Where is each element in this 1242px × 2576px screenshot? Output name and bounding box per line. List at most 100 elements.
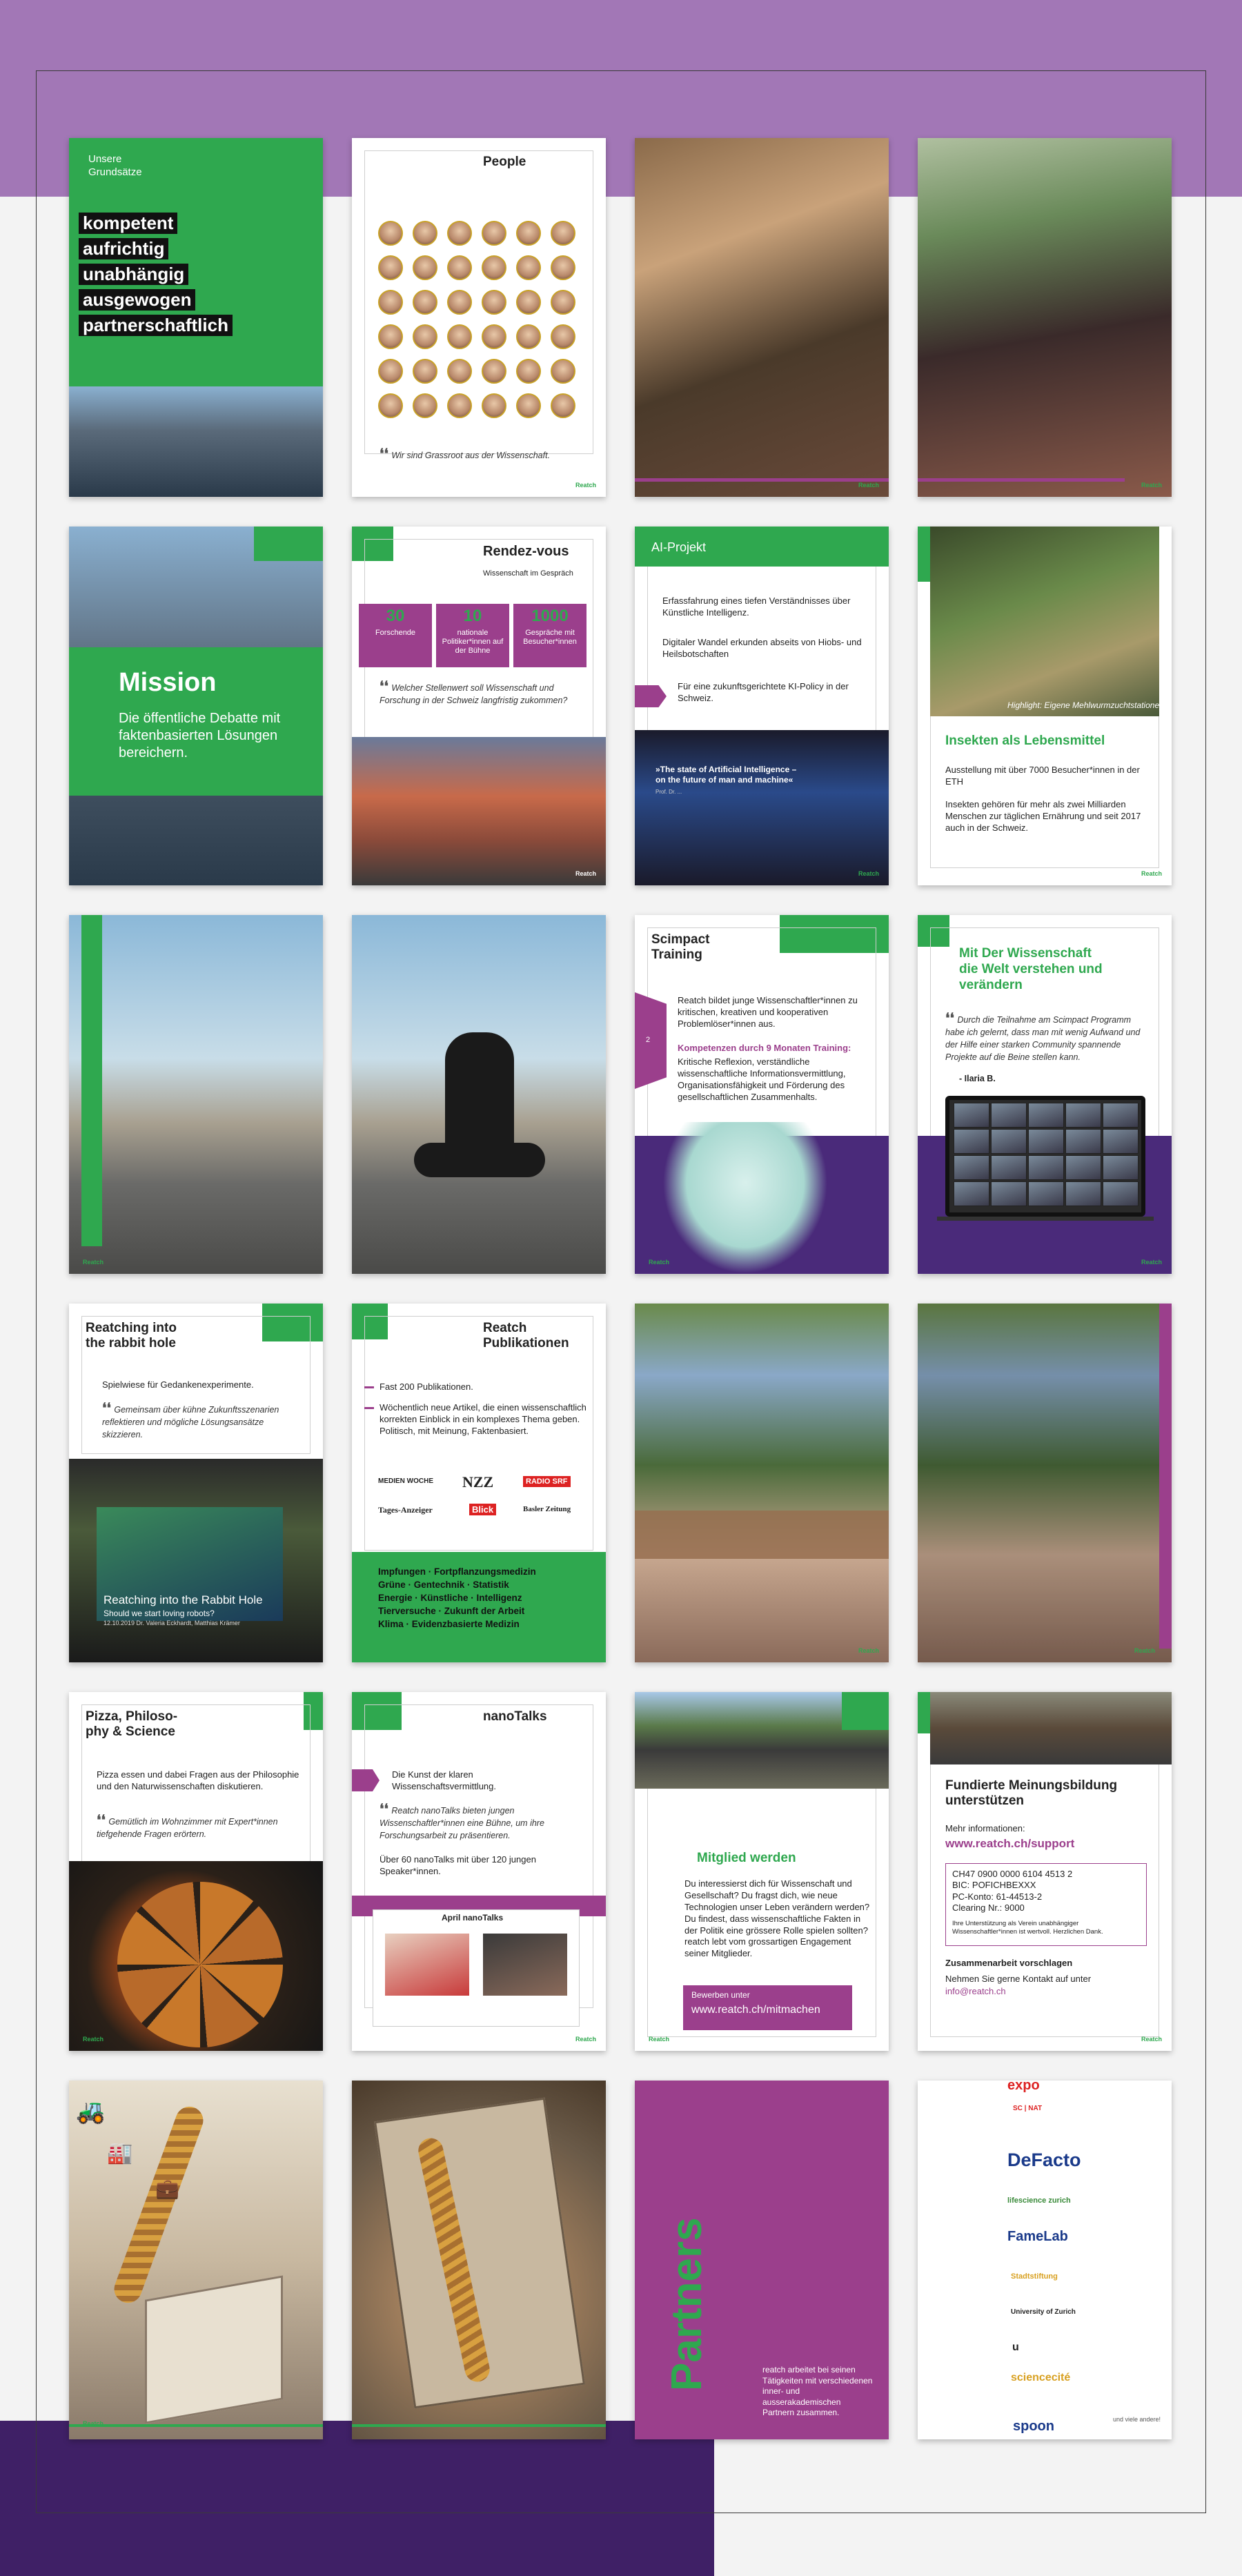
quote-author: - Ilaria B. [959, 1074, 996, 1083]
partners-title: Partners [663, 2217, 711, 2391]
person-avatar [551, 290, 575, 315]
side-tag [635, 992, 667, 1089]
brand-mark: Reatch [1141, 2036, 1162, 2043]
green-corner [254, 527, 323, 561]
pub-b1: Fast 200 Publikationen. [379, 1382, 473, 1392]
quote-block: ❛❛ Wir sind Grassroot aus der Wissenscha… [379, 447, 550, 462]
screen-date: 12.10.2019 Dr. Valeria Eckhardt, Matthia… [103, 1620, 240, 1626]
person-avatar [482, 221, 506, 246]
brand-mark: Reatch [1134, 1647, 1155, 1654]
poster-image-right [483, 1934, 567, 1996]
mission-title: Mission [119, 668, 217, 697]
nanotalks-title: nanoTalks [483, 1709, 547, 1724]
briefcase-icon: 💼 [155, 2178, 179, 2199]
quote-block: ❛❛ Gemeinsam über kühne Zukunftsszenarie… [102, 1402, 302, 1441]
person-avatar [482, 255, 506, 280]
card-meditation-photo [352, 915, 606, 1274]
person-avatar [447, 255, 472, 280]
crowd-photo [69, 386, 323, 497]
contact-email[interactable]: info@reatch.ch [945, 1986, 1006, 1996]
card-rendez-vous: Rendez-vous Wissenschaft im Gespräch 30 … [352, 527, 606, 885]
logo-unibe: u [1012, 2341, 1019, 2353]
person-avatar [413, 324, 437, 349]
nanotalks-p1: Die Kunst der klaren Wissenschaftsvermit… [392, 1769, 496, 1791]
pub-b2: Wöchentlich neue Artikel, die einen wiss… [379, 1402, 586, 1436]
person-avatar [516, 255, 541, 280]
stat-label: nationale Politiker*innen auf der Bühne [442, 629, 504, 656]
quote-block: ❛❛ Reatch nanoTalks bieten jungen Wissen… [379, 1802, 586, 1842]
scimpact-title: Scimpact Training [651, 932, 710, 962]
wissenschaft-title: Mit Der Wissenschaft die Welt verstehen … [959, 946, 1103, 992]
card-scimpact: Scimpact Training 2 Reatch bildet junge … [635, 915, 889, 1274]
tractor-icon: 🚜 [76, 2098, 106, 2125]
slide-subtitle: Prof. Dr. ... [656, 789, 682, 795]
video-tile [1065, 1155, 1101, 1180]
scimpact-p2: Kritische Reflexion, verständliche wisse… [678, 1056, 846, 1102]
green-corner [842, 1692, 889, 1730]
ai-p1: Erfassfahrung eines tiefen Verständnisse… [662, 596, 851, 618]
person-avatar [447, 359, 472, 384]
poster-image-left [385, 1934, 469, 1996]
collab-title: Zusammenarbeit vorschlagen [945, 1958, 1073, 1968]
ai-title: AI-Projekt [651, 540, 707, 554]
mitglied-p1: Du interessierst dich für Wissenschaft u… [684, 1878, 870, 1959]
logo-uzh: University of Zurich [1011, 2308, 1076, 2316]
person-avatar [551, 359, 575, 384]
logo-blick: Blick [469, 1504, 497, 1515]
video-tile [954, 1129, 989, 1154]
green-tab [918, 1692, 930, 1733]
accent-line [352, 2424, 606, 2427]
brand-mark: Reatch [575, 870, 596, 877]
card-garden-photo-2: Reatch [918, 1304, 1172, 1662]
value-item: kompetent [79, 213, 178, 234]
card-garden-photo-1: Reatch [635, 1304, 889, 1662]
video-tile [991, 1155, 1027, 1180]
brand-mark: Reatch [575, 482, 596, 489]
collab-contact: Nehmen Sie gerne Kontakt auf unter [945, 1974, 1092, 1984]
bank-details: CH47 0900 0000 6104 4513 2 BIC: POFICHBE… [952, 1869, 1073, 1913]
card-mission: Mission Die öffentliche Debatte mit fakt… [69, 527, 323, 885]
insects-p1: Ausstellung mit über 7000 Besucher*innen… [945, 765, 1140, 787]
video-tile [1103, 1155, 1138, 1180]
nanotalks-quote: Reatch nanoTalks bieten jungen Wissensch… [379, 1806, 544, 1840]
ai-p2: Digitaler Wandel erkunden abseits von Hi… [662, 637, 862, 659]
pizza-quote: Gemütlich im Wohnzimmer mit Expert*innen… [97, 1817, 278, 1839]
insects-p2: Insekten gehören für mehr als zwei Milli… [945, 799, 1141, 833]
person-avatar [551, 255, 575, 280]
topics-list: Impfungen · Fortpflanzungsmedizin Grüne … [378, 1566, 536, 1629]
brand-mark: Reatch [1141, 870, 1162, 877]
video-tile [954, 1155, 989, 1180]
stat-conversations: 1000 Gespräche mit Besucher*innen [513, 604, 586, 667]
people-quote: Wir sind Grassroot aus der Wissenschaft. [391, 451, 551, 460]
person-avatar [413, 359, 437, 384]
statue-illustration [662, 1122, 828, 1274]
card-mit-der-wissenschaft: Mit Der Wissenschaft die Welt verstehen … [918, 915, 1172, 1274]
person-avatar [413, 255, 437, 280]
support-link[interactable]: www.reatch.ch/support [945, 1837, 1074, 1851]
rabbit-p1: Spielwiese für Gedankenexperimente. [102, 1379, 254, 1390]
pizza-p1: Pizza essen und dabei Fragen aus der Phi… [97, 1769, 299, 1791]
logo-srf: RADIO SRF [523, 1476, 571, 1487]
video-tile [1028, 1181, 1064, 1206]
card-pizza: Pizza, Philoso- phy & Science Pizza esse… [69, 1692, 323, 2051]
logos-footer: und viele andere! [1112, 2416, 1161, 2423]
insects-caption: Highlight: Eigene Mehlwurmzuchtstationen [1007, 700, 1164, 710]
stat-number: 1000 [531, 607, 569, 625]
person-avatar [378, 359, 403, 384]
logo-scnat: SC | NAT [1013, 2105, 1043, 2112]
cta-link[interactable]: www.reatch.ch/mitmachen [691, 2004, 820, 2016]
support-title: Fundierte Meinungsbildung unterstützen [945, 1778, 1118, 1808]
video-tile [1065, 1129, 1101, 1154]
accent-line [918, 478, 1125, 482]
card-dna-illustration-2 [352, 2081, 606, 2439]
scimpact-highlight: Kompetenzen durch 9 Monaten Training: [678, 1043, 851, 1053]
table [635, 1511, 889, 1559]
brand-mark: Reatch [83, 1259, 104, 1266]
quote-mark-icon: ❛❛ [102, 1401, 111, 1416]
card-mitglied: Mitglied werden Du interessierst dich fü… [635, 1692, 889, 2051]
quote-mark-icon: ❛❛ [379, 446, 388, 462]
person-avatar [413, 290, 437, 315]
laptop-base [937, 1217, 1154, 1221]
person-avatar [516, 393, 541, 418]
rabbit-quote: Gemeinsam über kühne Zukunftsszenarien r… [102, 1405, 279, 1439]
